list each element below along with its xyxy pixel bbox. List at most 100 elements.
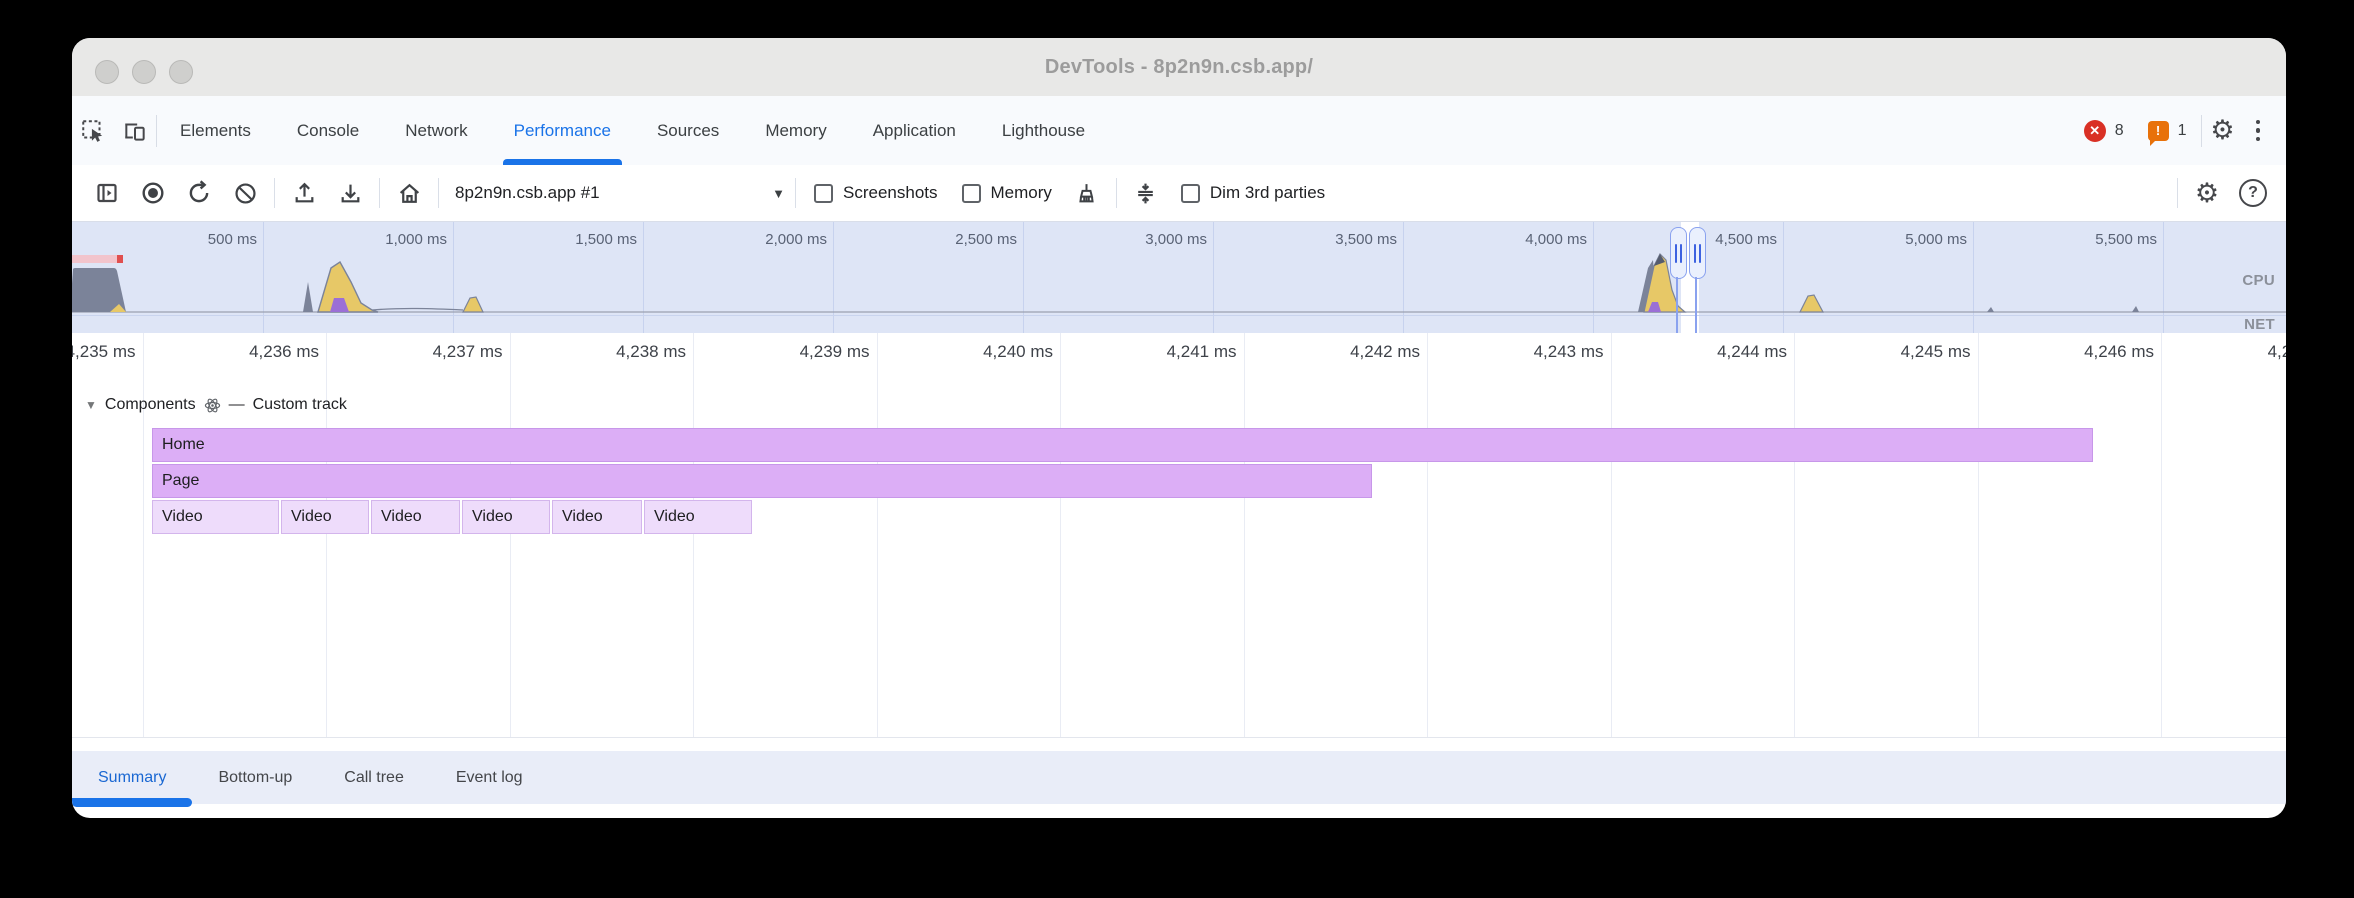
tab-label: Performance [514, 121, 611, 141]
screenshots-checkbox[interactable]: Screenshots [814, 183, 938, 203]
download-profile-icon[interactable] [327, 171, 373, 215]
ruler-time-label: 4,238 ms [616, 342, 686, 362]
track-bar-video[interactable]: Video [152, 500, 279, 534]
checkbox-box[interactable] [814, 184, 833, 203]
reload-record-icon[interactable] [176, 171, 222, 215]
selection-handle-right[interactable] [1689, 227, 1706, 279]
tab-lighthouse[interactable]: Lighthouse [979, 96, 1108, 165]
panel-tabs: ElementsConsoleNetwork Performance Sources… [157, 96, 1108, 165]
track-bar-video[interactable]: Video [552, 500, 642, 534]
ruler-time-label: 4,245 ms [1901, 342, 1971, 362]
tab-performance[interactable]: Performance [491, 96, 634, 165]
performance-toolbar: 8p2n9n.csb.app #1 ▼ Screenshots Memory [72, 165, 2286, 222]
timeline-gridlines [72, 333, 2286, 737]
overview-time-label: 4,000 ms [1525, 231, 1587, 248]
timeline-gridline [1794, 333, 1795, 737]
collapse-triangle-icon[interactable]: ▼ [85, 398, 97, 412]
net-strip-label: NET [2244, 316, 2275, 333]
warning-count[interactable]: 1 [2178, 122, 2187, 140]
ruler-time-label: 4,240 ms [983, 342, 1053, 362]
error-icon[interactable]: ✕ [2084, 120, 2106, 142]
desktop-background: DevTools - 8p2n9n.csb.app/ ElementsConso… [0, 0, 2354, 898]
ruler-time-label: 4,241 ms [1167, 342, 1237, 362]
toolbar-separator [274, 178, 275, 208]
timeline-gridline [143, 333, 144, 737]
capture-settings-gear-icon[interactable]: ⚙ [2184, 171, 2230, 215]
drawer-tab-event-log[interactable]: Event log [430, 751, 549, 804]
track-bottom-divider [72, 737, 2286, 738]
overview-time-label: 6,000 ms [2285, 231, 2286, 248]
checkbox-box[interactable] [962, 184, 981, 203]
track-bar-video[interactable]: Video [462, 500, 550, 534]
tab-sources[interactable]: Sources [634, 96, 742, 165]
overview-time-label: 3,000 ms [1145, 231, 1207, 248]
tab-elements[interactable]: Elements [157, 96, 274, 165]
window-title: DevTools - 8p2n9n.csb.app/ [72, 38, 2286, 96]
tab-network[interactable]: Network [382, 96, 490, 165]
drawer-tab-call-tree[interactable]: Call tree [318, 751, 430, 804]
timeline-gridline [1244, 333, 1245, 737]
overview-time-label: 4,500 ms [1715, 231, 1777, 248]
clear-icon[interactable] [222, 171, 268, 215]
ruler-time-label: 4,242 ms [1350, 342, 1420, 362]
error-count[interactable]: 8 [2115, 122, 2124, 140]
tab-label: Lighthouse [1002, 121, 1085, 141]
timeline-gridline [1611, 333, 1612, 737]
tab-label: Memory [765, 121, 826, 141]
drawer-tab-summary[interactable]: Summary [72, 751, 192, 804]
timeline-gridline [1978, 333, 1979, 737]
overview-time-label: 5,500 ms [2095, 231, 2157, 248]
tab-label: Sources [657, 121, 719, 141]
device-toolbar-icon[interactable] [114, 109, 156, 153]
inspect-element-icon[interactable] [72, 109, 114, 153]
upload-profile-icon[interactable] [281, 171, 327, 215]
collapse-tracks-icon[interactable] [1123, 171, 1169, 215]
timeline-gridline [2161, 333, 2162, 737]
track-bar-video[interactable]: Video [371, 500, 460, 534]
net-strip-divider [72, 315, 2286, 316]
timeline-gridline [510, 333, 511, 737]
home-icon[interactable] [386, 171, 432, 215]
checkbox-label: Memory [991, 183, 1052, 203]
track-bar-video[interactable]: Video [281, 500, 369, 534]
garbage-collect-icon[interactable] [1064, 171, 1110, 215]
tab-label: Application [873, 121, 956, 141]
selection-handle-left[interactable] [1670, 227, 1687, 279]
ruler-time-label: 4,236 ms [249, 342, 319, 362]
timeline-gridline [877, 333, 878, 737]
timeline-gridline [326, 333, 327, 737]
more-options-icon[interactable] [2256, 120, 2261, 142]
dim-3rd-parties-checkbox[interactable]: Dim 3rd parties [1181, 183, 1325, 203]
help-icon[interactable]: ? [2230, 171, 2276, 215]
settings-gear-icon[interactable]: ⚙ [2202, 109, 2244, 153]
tab-console[interactable]: Console [274, 96, 382, 165]
tab-memory[interactable]: Memory [742, 96, 849, 165]
timeline-overview[interactable]: 500 ms1,000 ms1,500 ms2,000 ms2,500 ms3,… [72, 222, 2286, 333]
memory-checkbox[interactable]: Memory [962, 183, 1052, 203]
drawer-tab-bottom-up[interactable]: Bottom-up [192, 751, 318, 804]
ruler-time-label: 4,243 ms [1534, 342, 1604, 362]
bar-label: Video [472, 508, 513, 526]
toolbar-separator [438, 178, 439, 208]
warning-icon[interactable]: ! [2148, 121, 2169, 141]
components-track-header[interactable]: ▼ Components — Custom track [85, 396, 347, 414]
tab-application[interactable]: Application [850, 96, 979, 165]
bar-label: Video [381, 508, 422, 526]
overview-time-label: 500 ms [208, 231, 257, 248]
toggle-sidebar-icon[interactable] [84, 171, 130, 215]
record-icon[interactable] [130, 171, 176, 215]
window-titlebar[interactable]: DevTools - 8p2n9n.csb.app/ [72, 38, 2286, 97]
help-question-mark: ? [2239, 179, 2267, 207]
track-bar-page[interactable]: Page [152, 464, 1372, 498]
checkbox-label: Dim 3rd parties [1210, 183, 1325, 203]
profile-select[interactable]: 8p2n9n.csb.app #1 ▼ [455, 183, 785, 203]
cpu-strip-label: CPU [2242, 272, 2275, 289]
track-bar-home[interactable]: Home [152, 428, 2093, 462]
ruler-time-label: 4,244 ms [1717, 342, 1787, 362]
track-bar-video[interactable]: Video [644, 500, 752, 534]
toolbar-separator [795, 178, 796, 208]
drawer-tab-label: Call tree [344, 769, 404, 787]
checkbox-box[interactable] [1181, 184, 1200, 203]
bar-label: Page [162, 472, 199, 490]
react-atom-icon [204, 397, 221, 414]
